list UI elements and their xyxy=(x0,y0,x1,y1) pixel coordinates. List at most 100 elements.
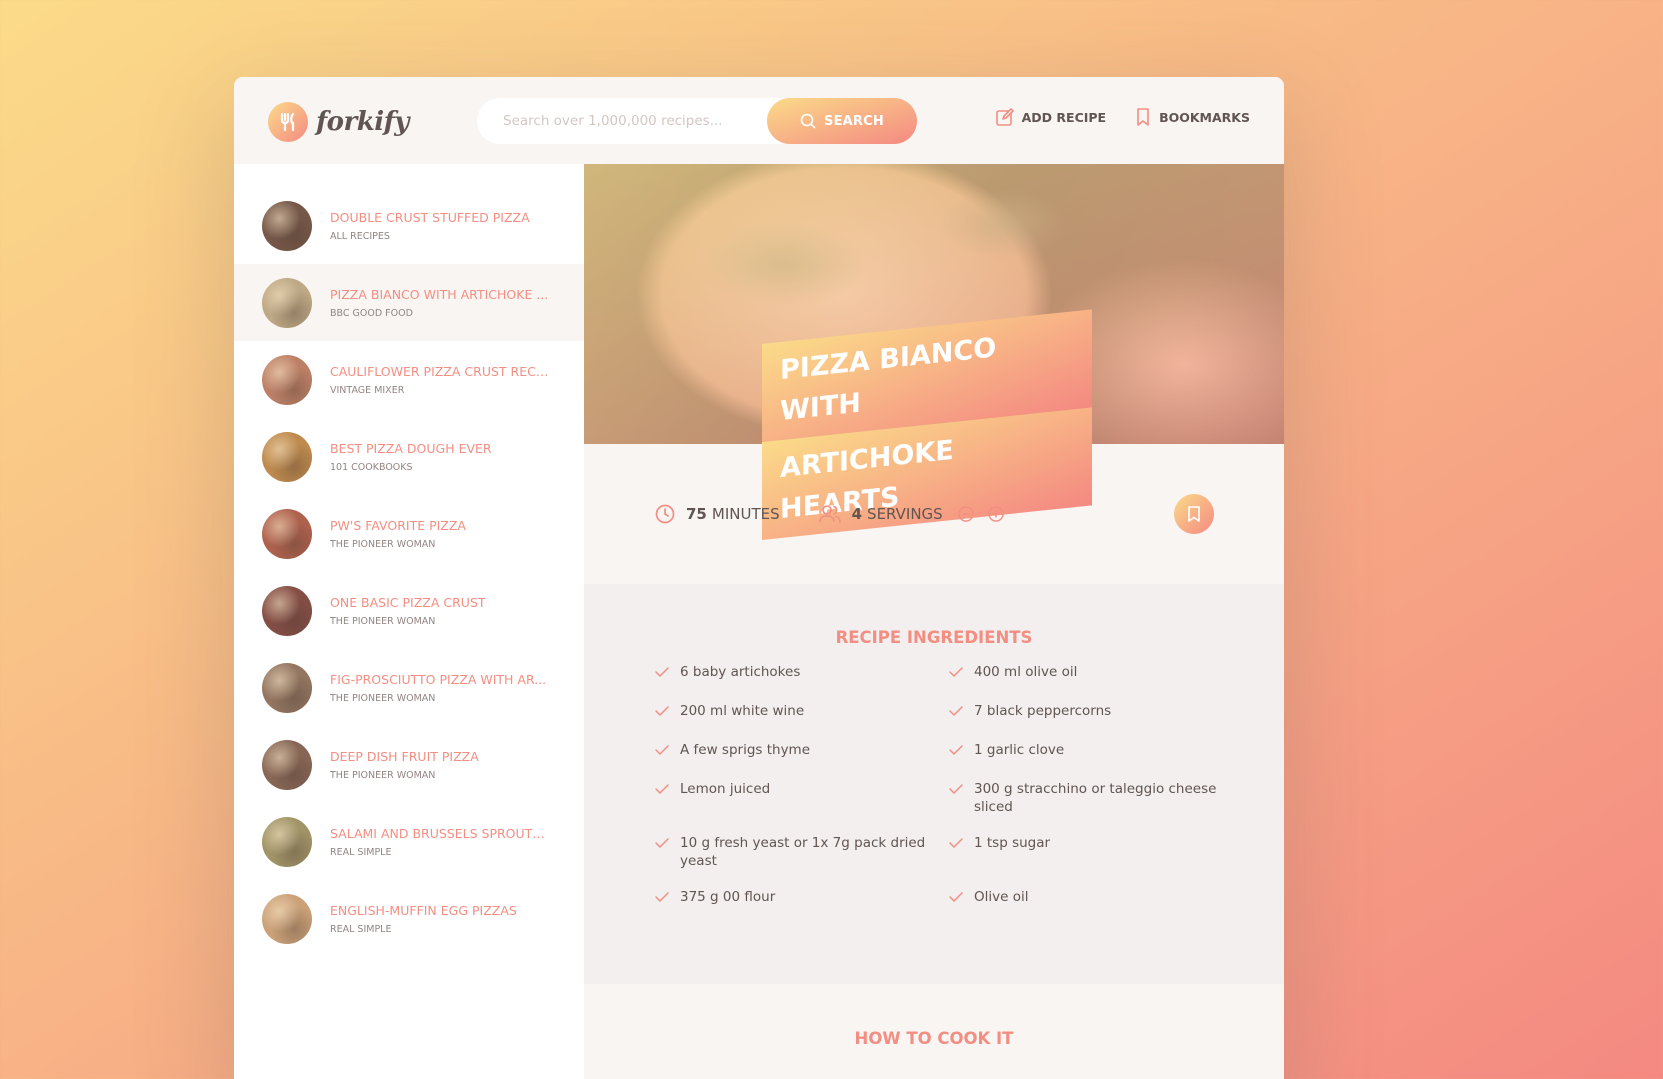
result-title: PIZZA BIANCO WITH ARTICHOKE ... xyxy=(330,286,549,302)
result-item[interactable]: PIZZA BIANCO WITH ARTICHOKE ... BBC GOOD … xyxy=(234,264,584,341)
header: forkify SEARCH ADD RECIPE xyxy=(234,77,1284,164)
ingredient-item: 200 ml white wine xyxy=(654,702,930,723)
add-recipe-button[interactable]: ADD RECIPE xyxy=(995,107,1106,127)
ingredient-text: 300 g stracchino or taleggio cheese slic… xyxy=(974,781,1217,815)
ingredient-text: 200 ml white wine xyxy=(680,703,805,719)
result-publisher: BBC GOOD FOOD xyxy=(330,307,413,319)
recipe-minutes: 75 MINUTES xyxy=(654,503,780,525)
servings-value: 4 xyxy=(851,505,863,523)
result-text: DEEP DISH FRUIT PIZZA THE PIONEER WOMAN xyxy=(330,749,479,781)
check-icon xyxy=(655,892,669,902)
minutes-label: MINUTES xyxy=(711,505,780,523)
check-icon xyxy=(949,838,963,848)
recipe-servings: 4 SERVINGS xyxy=(818,503,1015,525)
result-item[interactable]: DEEP DISH FRUIT PIZZA THE PIONEER WOMAN xyxy=(234,726,584,803)
ingredient-text: 1 tsp sugar xyxy=(974,835,1051,851)
ingredient-item: 400 ml olive oil xyxy=(948,663,1224,684)
results-list: DOUBLE CRUST STUFFED PIZZA ALL RECIPES PIZ… xyxy=(234,187,584,957)
result-text: DOUBLE CRUST STUFFED PIZZA ALL RECIPES xyxy=(330,210,530,242)
check-icon xyxy=(655,784,669,794)
result-publisher: REAL SIMPLE xyxy=(330,923,392,935)
ingredient-item: 375 g 00 flour xyxy=(654,888,930,909)
result-item[interactable]: ONE BASIC PIZZA CRUST THE PIONEER WOMAN xyxy=(234,572,584,649)
result-thumbnail xyxy=(262,431,312,482)
search-results: DOUBLE CRUST STUFFED PIZZA ALL RECIPES PIZ… xyxy=(234,164,584,1079)
check-icon xyxy=(949,745,963,755)
search-button[interactable]: SEARCH xyxy=(767,98,917,144)
ingredient-item: 6 baby artichokes xyxy=(654,663,930,684)
fork-knife-icon xyxy=(268,102,308,142)
search-form: SEARCH xyxy=(477,98,917,144)
ingredient-item: 1 tsp sugar xyxy=(948,834,1224,870)
result-title: CAULIFLOWER PIZZA CRUST RECI... xyxy=(330,363,550,379)
result-item[interactable]: ENGLISH-MUFFIN EGG PIZZAS REAL SIMPLE xyxy=(234,880,584,957)
bookmark-icon xyxy=(1188,506,1200,522)
plus-circle-icon[interactable] xyxy=(987,505,1005,523)
result-item[interactable]: BEST PIZZA DOUGH EVER 101 COOKBOOKS xyxy=(234,418,584,495)
ingredient-text: Olive oil xyxy=(974,889,1029,905)
ingredient-text: Lemon juiced xyxy=(680,781,771,797)
ingredient-text: 10 g fresh yeast or 1x 7g pack dried yea… xyxy=(680,835,926,869)
result-publisher: 101 COOKBOOKS xyxy=(330,461,413,473)
result-thumbnail xyxy=(262,662,312,713)
ingredient-item: 1 garlic clove xyxy=(948,741,1224,762)
result-text: ENGLISH-MUFFIN EGG PIZZAS REAL SIMPLE xyxy=(330,903,517,935)
cook-heading: HOW TO COOK IT xyxy=(854,1029,1014,1048)
recipe-directions: HOW TO COOK IT xyxy=(584,984,1284,1079)
ingredient-text: 7 black peppercorns xyxy=(974,703,1112,719)
result-text: SALAMI AND BRUSSELS SPROUTS... REAL SIMPL… xyxy=(330,826,550,858)
minus-circle-icon[interactable] xyxy=(957,505,975,523)
ingredient-text: 1 garlic clove xyxy=(974,742,1065,758)
bookmarks-button[interactable]: BOOKMARKS xyxy=(1134,107,1250,127)
ingredient-text: A few sprigs thyme xyxy=(680,742,811,758)
ingredient-item: 7 black peppercorns xyxy=(948,702,1224,723)
search-icon xyxy=(800,113,816,129)
result-item[interactable]: CAULIFLOWER PIZZA CRUST RECI... VINTAGE M… xyxy=(234,341,584,418)
bookmarks-label: BOOKMARKS xyxy=(1159,109,1250,125)
result-thumbnail xyxy=(262,816,312,867)
bookmark-recipe-button[interactable] xyxy=(1174,494,1214,534)
ingredient-item: Lemon juiced xyxy=(654,780,930,816)
result-text: ONE BASIC PIZZA CRUST THE PIONEER WOMAN xyxy=(330,595,486,627)
minutes-value: 75 xyxy=(686,505,707,523)
result-item[interactable]: PW'S FAVORITE PIZZA THE PIONEER WOMAN xyxy=(234,495,584,572)
result-publisher: THE PIONEER WOMAN xyxy=(330,769,436,781)
result-item[interactable]: SALAMI AND BRUSSELS SPROUTS... REAL SIMPL… xyxy=(234,803,584,880)
search-button-label: SEARCH xyxy=(824,113,884,129)
ingredient-text: 6 baby artichokes xyxy=(680,664,801,680)
check-icon xyxy=(655,745,669,755)
result-publisher: VINTAGE MIXER xyxy=(330,384,405,396)
result-thumbnail xyxy=(262,893,312,944)
users-icon xyxy=(818,505,841,523)
result-title: ONE BASIC PIZZA CRUST xyxy=(330,594,486,610)
result-item[interactable]: FIG-PROSCIUTTO PIZZA WITH AR... THE PIONE… xyxy=(234,649,584,726)
check-icon xyxy=(949,706,963,716)
bookmark-icon xyxy=(1137,108,1149,126)
check-icon xyxy=(655,667,669,677)
result-thumbnail xyxy=(262,508,312,559)
result-thumbnail xyxy=(262,739,312,790)
result-title: DEEP DISH FRUIT PIZZA xyxy=(330,748,479,764)
servings-label: SERVINGS xyxy=(867,505,943,523)
logo-text: forkify xyxy=(316,107,409,137)
recipe-ingredients: RECIPE INGREDIENTS 6 baby artichokes 400 … xyxy=(584,584,1284,984)
logo[interactable]: forkify xyxy=(268,102,409,142)
result-publisher: THE PIONEER WOMAN xyxy=(330,615,436,627)
check-icon xyxy=(949,667,963,677)
result-title: ENGLISH-MUFFIN EGG PIZZAS xyxy=(330,902,517,918)
result-text: PW'S FAVORITE PIZZA THE PIONEER WOMAN xyxy=(330,518,466,550)
result-thumbnail xyxy=(262,585,312,636)
result-thumbnail xyxy=(262,200,312,251)
ingredient-item: 10 g fresh yeast or 1x 7g pack dried yea… xyxy=(654,834,930,870)
result-thumbnail xyxy=(262,354,312,405)
servings-buttons xyxy=(957,505,1015,523)
ingredient-list: 6 baby artichokes 400 ml olive oil 200 ml … xyxy=(654,663,1216,927)
search-input[interactable] xyxy=(503,113,767,129)
clock-icon xyxy=(655,504,675,524)
ingredient-item: 300 g stracchino or taleggio cheese slic… xyxy=(948,780,1224,816)
result-item[interactable]: DOUBLE CRUST STUFFED PIZZA ALL RECIPES xyxy=(234,187,584,264)
ingredients-heading: RECIPE INGREDIENTS xyxy=(835,628,1033,647)
ingredient-item: Olive oil xyxy=(948,888,1224,909)
nav: ADD RECIPE BOOKMARKS xyxy=(995,107,1250,127)
result-text: PIZZA BIANCO WITH ARTICHOKE ... BBC GOOD … xyxy=(330,287,548,319)
